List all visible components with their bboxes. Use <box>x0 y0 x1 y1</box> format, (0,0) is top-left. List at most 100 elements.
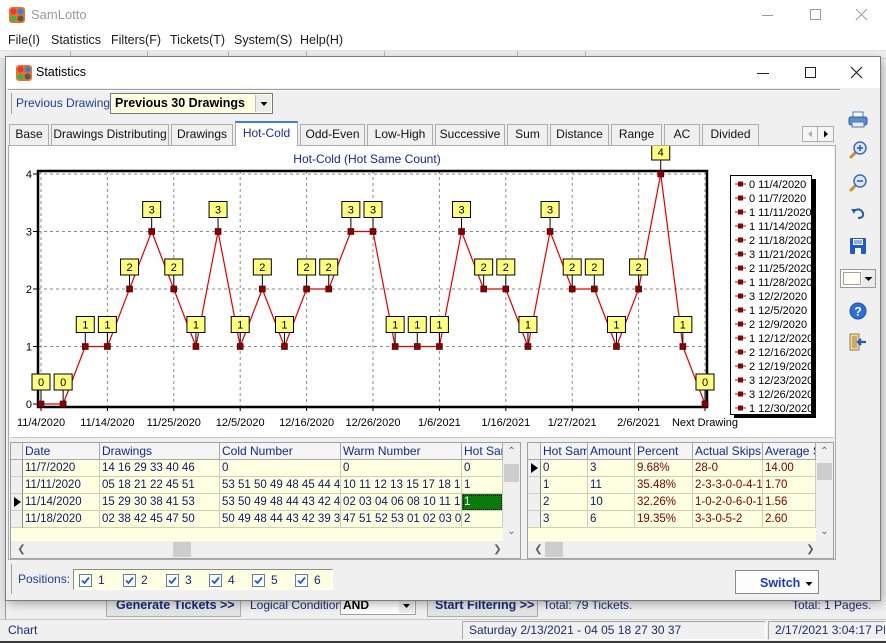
tab-successive[interactable]: Successive <box>435 124 505 145</box>
table-cell[interactable]: 1.70 <box>763 477 816 494</box>
maximize-button[interactable] <box>809 8 823 22</box>
table-cell[interactable]: 02 38 42 45 47 50 <box>100 511 220 528</box>
scroll-up-icon[interactable]: ⌃ <box>816 443 833 460</box>
scroll-thumb[interactable] <box>173 542 191 557</box>
table-cell[interactable]: 1 <box>462 477 503 494</box>
table-row[interactable]: 3 6 19.35% 3-3-0-5-2 2.60 <box>528 511 816 528</box>
switch-button[interactable]: Switch <box>735 570 819 594</box>
statistics-minimize-button[interactable] <box>756 66 770 80</box>
zoom-out-icon[interactable] <box>847 172 869 194</box>
column-header[interactable]: Percent <box>635 443 693 460</box>
table-cell[interactable]: 1 <box>462 494 503 511</box>
table-cell[interactable]: 32.26% <box>635 494 693 511</box>
close-button[interactable] <box>855 8 869 22</box>
column-header[interactable]: Warm Number <box>341 443 462 460</box>
dropdown-arrow-icon[interactable] <box>399 598 414 613</box>
tab-low-high[interactable]: Low-High <box>367 124 433 145</box>
tab-range[interactable]: Range <box>611 124 662 145</box>
table-cell[interactable]: 2-3-3-0-0-4-1-1 <box>693 477 763 494</box>
table-cell[interactable]: 0 <box>462 460 503 477</box>
position-checkbox-2[interactable] <box>123 574 136 587</box>
table-row[interactable]: 11/7/2020 14 16 29 33 40 46 0 0 0 <box>11 460 503 477</box>
print-icon[interactable] <box>847 109 869 131</box>
previous-drawings-dropdown[interactable]: Previous 30 Drawings <box>110 93 273 114</box>
summary-table-vertical-scrollbar[interactable]: ⌃ ⌄ <box>816 443 833 541</box>
scroll-thumb[interactable] <box>817 463 832 480</box>
tab-odd-even[interactable]: Odd-Even <box>300 124 365 145</box>
exit-icon[interactable] <box>847 331 869 353</box>
column-header[interactable]: Drawings <box>100 443 220 460</box>
color-dropdown-arrow-icon[interactable] <box>862 270 875 287</box>
table-cell[interactable]: 47 51 52 53 01 02 03 04 <box>341 511 462 528</box>
table-cell[interactable]: 14.00 <box>763 460 816 477</box>
table-cell[interactable]: 11/18/2020 <box>23 511 100 528</box>
scroll-left-icon[interactable]: ❮ <box>13 541 30 558</box>
row-indicator[interactable] <box>11 460 23 477</box>
table-cell[interactable]: 15 29 30 38 41 53 <box>100 494 220 511</box>
scroll-down-icon[interactable]: ⌄ <box>816 523 833 540</box>
statistics-close-button[interactable] <box>850 66 864 80</box>
column-header[interactable]: Average S <box>763 443 816 460</box>
table-cell[interactable]: 35.48% <box>635 477 693 494</box>
column-header[interactable]: Actual Skips <box>693 443 763 460</box>
table-cell[interactable]: 1-0-2-0-6-0-1-3 <box>693 494 763 511</box>
summary-table-horizontal-scrollbar[interactable]: ❮ ❯ <box>528 541 833 558</box>
statistics-maximize-button[interactable] <box>804 66 818 80</box>
column-header[interactable]: Cold Number <box>220 443 341 460</box>
table-cell[interactable]: 14 16 29 33 40 46 <box>100 460 220 477</box>
table-cell[interactable]: 11/14/2020 <box>23 494 100 511</box>
menu-tickets[interactable]: Tickets(T) <box>170 33 225 47</box>
menu-system[interactable]: System(S) <box>234 33 292 47</box>
scroll-down-icon[interactable]: ⌄ <box>503 523 520 540</box>
tab-divided[interactable]: Divided <box>702 124 759 145</box>
column-header[interactable]: Date <box>23 443 100 460</box>
position-checkbox-1[interactable] <box>79 574 92 587</box>
undo-icon[interactable] <box>847 203 869 225</box>
table-row[interactable]: 11/14/2020 15 29 30 38 41 53 53 50 49 48 4… <box>11 494 503 511</box>
minimize-button[interactable] <box>761 8 775 22</box>
table-cell[interactable]: 0 <box>341 460 462 477</box>
scroll-right-icon[interactable]: ❯ <box>802 541 819 558</box>
tab-distance[interactable]: Distance <box>550 124 609 145</box>
table-cell[interactable]: 05 18 21 22 45 51 <box>100 477 220 494</box>
row-indicator[interactable] <box>528 477 541 494</box>
table-cell[interactable]: 3 <box>588 460 635 477</box>
row-indicator[interactable] <box>11 477 23 494</box>
column-header[interactable]: Amount <box>588 443 635 460</box>
help-icon[interactable]: ? <box>847 300 869 322</box>
table-cell[interactable]: 0 <box>541 460 588 477</box>
zoom-in-icon[interactable] <box>847 139 869 161</box>
table-cell[interactable]: 10 11 12 13 15 17 18 19 <box>341 477 462 494</box>
table-row[interactable]: 11/18/2020 02 38 42 45 47 50 50 49 48 44 4… <box>11 511 503 528</box>
dropdown-arrow-button[interactable] <box>255 95 271 112</box>
column-header[interactable]: Hot Same <box>462 443 503 460</box>
tab-scroll-left-icon[interactable] <box>803 127 818 141</box>
table-cell[interactable]: 50 49 48 44 43 42 39 37 <box>220 511 341 528</box>
row-indicator[interactable] <box>528 511 541 528</box>
table-cell[interactable]: 3-3-0-5-2 <box>693 511 763 528</box>
position-checkbox-6[interactable] <box>295 574 308 587</box>
color-picker[interactable] <box>840 269 876 288</box>
table-cell[interactable]: 6 <box>588 511 635 528</box>
tab-ac[interactable]: AC <box>664 124 700 145</box>
position-checkbox-4[interactable] <box>209 574 222 587</box>
tab-drawings[interactable]: Drawings <box>171 124 233 145</box>
menu-file[interactable]: File(I) <box>8 33 40 47</box>
tab-base[interactable]: Base <box>9 124 49 145</box>
table-cell[interactable]: 2 <box>462 511 503 528</box>
table-cell[interactable]: 53 51 50 49 48 45 44 43 <box>220 477 341 494</box>
table-cell[interactable]: 2.60 <box>763 511 816 528</box>
row-indicator[interactable] <box>11 511 23 528</box>
tab-hot-cold[interactable]: Hot-Cold <box>235 121 298 146</box>
table-cell[interactable]: 3 <box>541 511 588 528</box>
table-cell[interactable]: 02 03 04 06 08 10 11 12 <box>341 494 462 511</box>
table-row[interactable]: 21032.26%1-0-2-0-6-0-1-31.56 <box>528 494 816 511</box>
tab-drawings-distributing[interactable]: Drawings Distributing <box>51 124 169 145</box>
column-header[interactable]: Hot Same <box>541 443 588 460</box>
menu-filters[interactable]: Filters(F) <box>111 33 161 47</box>
scroll-right-icon[interactable]: ❯ <box>489 541 506 558</box>
table-cell[interactable]: 19.35% <box>635 511 693 528</box>
table-cell[interactable]: 2 <box>541 494 588 511</box>
table-row[interactable]: 0 3 9.68% 28-0 14.00 <box>528 460 816 477</box>
table-cell[interactable]: 11 <box>588 477 635 494</box>
